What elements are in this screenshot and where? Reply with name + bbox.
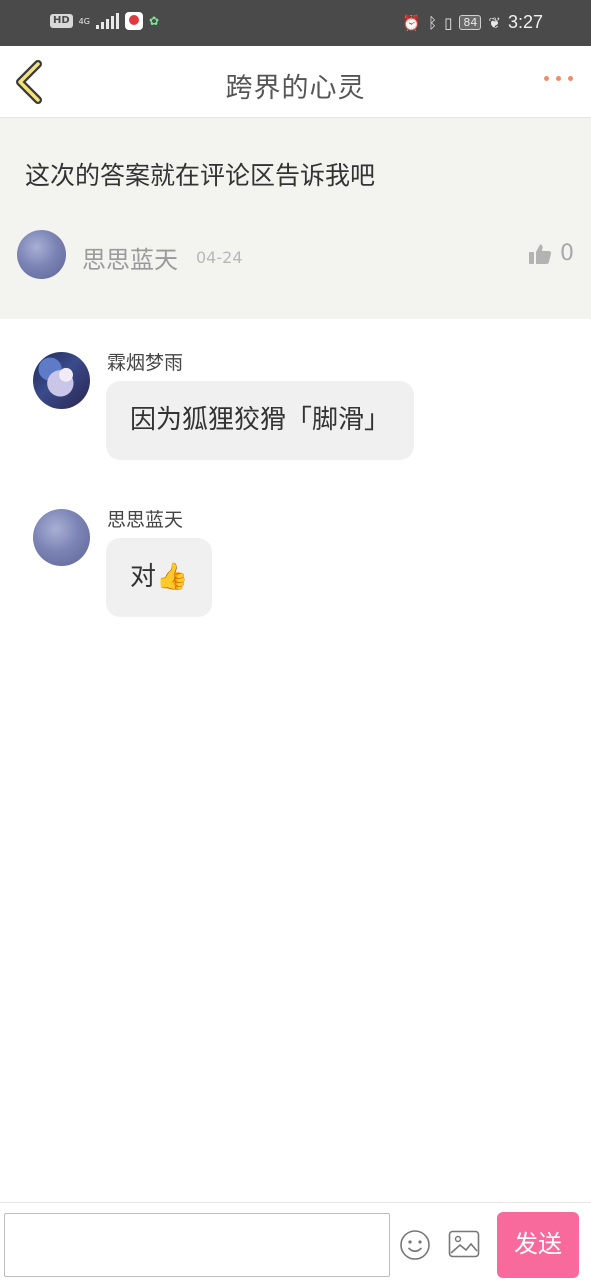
commenter-avatar[interactable] [33, 352, 90, 409]
battery-indicator: 84 [459, 15, 482, 30]
app-notification-icon [124, 12, 143, 30]
comment-input-bar: 发送 [0, 1202, 591, 1280]
post-date: 04-24 [196, 248, 243, 267]
post-card: 这次的答案就在评论区告诉我吧 思思蓝天 04-24 0 [0, 118, 591, 319]
comment-bubble[interactable]: 对👍 [106, 538, 213, 617]
alarm-icon: ⏰ [402, 13, 422, 32]
more-dots-icon[interactable] [544, 76, 573, 81]
hd-badge: HD [50, 14, 73, 28]
thumbs-up-icon [529, 244, 552, 264]
signal-icon [95, 13, 119, 29]
page-title: 跨界的心灵 [225, 73, 366, 104]
emoji-button[interactable] [399, 1229, 431, 1261]
like-count: 0 [560, 241, 574, 266]
vibrate-icon: ▯ [444, 13, 453, 32]
top-nav: 跨界的心灵 [0, 46, 591, 118]
bluetooth-icon: ᛒ [428, 13, 438, 32]
commenter-name: 思思蓝天 [107, 509, 184, 531]
status-bar: HD 4G ✿ ⏰ ᛒ ▯ 84 ❦ 3:27 [0, 0, 591, 46]
commenter-name: 霖烟梦雨 [107, 352, 184, 374]
post-author-avatar[interactable] [17, 230, 66, 279]
leaf-icon: ❦ [488, 13, 501, 32]
comment-input[interactable] [4, 1213, 390, 1277]
paw-notification-icon: ✿ [148, 14, 160, 28]
clock: 3:27 [507, 12, 543, 32]
image-button[interactable] [448, 1230, 480, 1258]
smiley-icon [400, 1230, 430, 1260]
commenter-avatar[interactable] [33, 509, 90, 566]
network-type: 4G [78, 16, 90, 26]
chat-page: HD 4G ✿ ⏰ ᛒ ▯ 84 ❦ 3:27 跨界的心灵 这次的答案就在评论区… [0, 0, 591, 1280]
image-icon [448, 1230, 480, 1258]
status-right: ⏰ ᛒ ▯ 84 ❦ 3:27 [402, 12, 543, 33]
post-text: 这次的答案就在评论区告诉我吧 [25, 161, 376, 190]
send-button[interactable]: 发送 [497, 1212, 579, 1278]
post-author-name[interactable]: 思思蓝天 [82, 240, 178, 275]
comment-bubble[interactable]: 因为狐狸狡猾「脚滑」 [106, 381, 415, 460]
like-button[interactable]: 0 [528, 241, 574, 266]
status-left: HD 4G ✿ [50, 12, 159, 30]
